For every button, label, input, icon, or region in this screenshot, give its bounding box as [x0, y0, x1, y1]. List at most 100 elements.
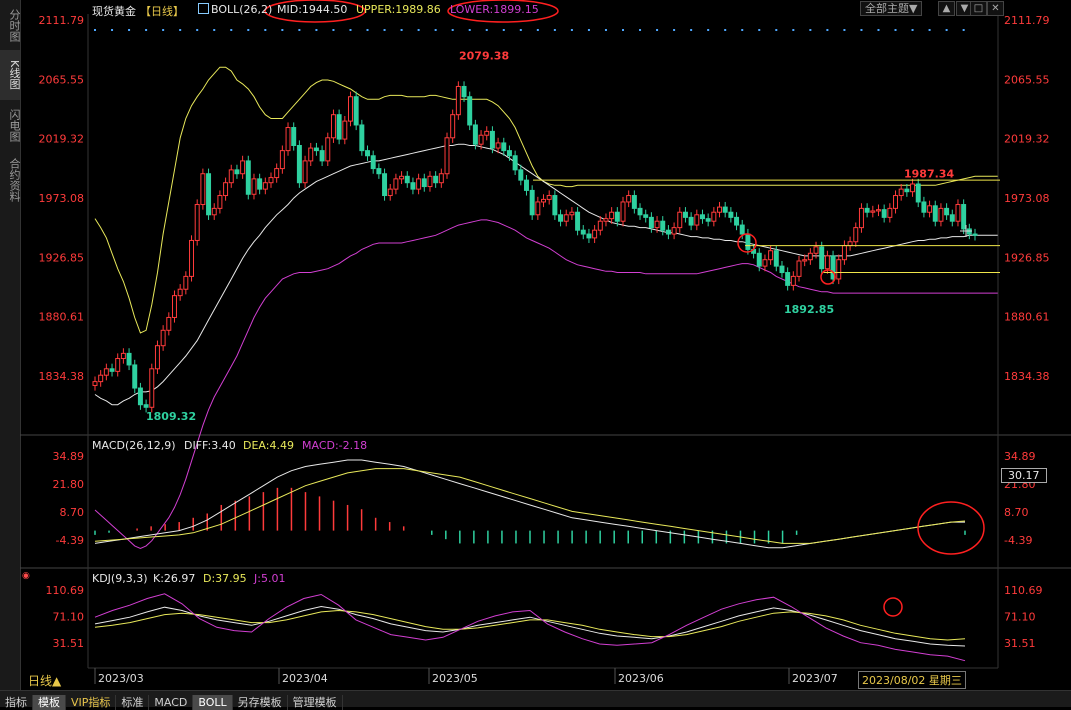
tab-indicator[interactable]: 指标 — [0, 695, 33, 710]
candle-body — [932, 205, 938, 222]
candle-body — [109, 368, 115, 372]
theme-dropdown[interactable]: 全部主题▼ — [860, 1, 923, 16]
tab-boll[interactable]: BOLL — [193, 695, 233, 710]
candle-body — [711, 211, 717, 222]
event-marker — [894, 29, 897, 31]
candle-body — [92, 381, 98, 386]
candle-body — [376, 168, 382, 175]
candle-body — [467, 96, 473, 126]
boll-settings-icon[interactable] — [198, 3, 209, 14]
event-marker — [196, 29, 199, 31]
price-tick-right: 1926.85 — [1004, 251, 1050, 264]
candle-body — [427, 175, 433, 188]
candle-body — [461, 85, 467, 98]
period-tag: 【日线】 — [140, 5, 184, 18]
candle-body — [745, 233, 751, 250]
candle-body — [620, 201, 626, 222]
close-button[interactable]: ✕ — [987, 1, 1004, 16]
event-marker — [553, 29, 556, 31]
period-button[interactable]: 日线▲ — [28, 672, 61, 689]
candle-body — [347, 96, 353, 122]
event-marker — [724, 29, 727, 31]
event-marker — [809, 29, 812, 31]
event-marker — [911, 29, 914, 31]
event-marker — [962, 29, 965, 31]
price-tick-right: 1834.38 — [1004, 370, 1050, 383]
event-marker — [519, 29, 522, 31]
candle-body — [291, 127, 297, 146]
kdj-settings-icon[interactable]: ◉ — [22, 571, 30, 581]
maximize-button[interactable]: □ — [970, 1, 987, 16]
candle-body — [614, 211, 620, 222]
candle-body — [325, 137, 331, 162]
date-tick-label: 2023/06 — [618, 672, 664, 685]
candlestick-series — [92, 81, 978, 413]
event-marker — [162, 29, 165, 31]
price-annotations: 2079.38 1987.34 1892.85 1809.32 — [94, 29, 1000, 423]
candle-body — [870, 210, 876, 213]
price-tick-left: 2111.79 — [39, 14, 85, 27]
price-tick-right: 1880.61 — [1004, 311, 1050, 324]
price-tick-left: 1834.38 — [39, 370, 85, 383]
event-marker — [349, 29, 352, 31]
candle-body — [677, 211, 683, 229]
candle-body — [126, 352, 132, 366]
candle-body — [785, 272, 791, 286]
tab-standard[interactable]: 标准 — [116, 695, 150, 710]
candle-body — [597, 220, 603, 231]
event-marker — [758, 29, 761, 31]
candle-body — [552, 195, 558, 216]
candle-body — [893, 195, 899, 209]
candle-body — [206, 173, 212, 216]
candle-body — [98, 374, 104, 383]
candle-body — [143, 404, 149, 408]
candle-body — [399, 175, 405, 180]
candle-body — [211, 207, 217, 216]
macd-tick-left: 34.89 — [53, 450, 85, 463]
event-marker — [247, 29, 250, 31]
candle-body — [858, 207, 864, 229]
candle-body — [688, 216, 694, 226]
candle-body — [841, 245, 847, 261]
price-chart-canvas[interactable]: 2079.38 1987.34 1892.85 1809.32 2111.79 2111… — [0, 0, 1071, 690]
candle-body — [410, 182, 416, 190]
tab-macd[interactable]: MACD — [149, 695, 194, 710]
tab-save-template[interactable]: 另存模板 — [233, 695, 288, 710]
candle-body — [189, 239, 195, 277]
candle-body — [132, 364, 138, 389]
macd-tick-right: 8.70 — [1004, 506, 1029, 519]
event-marker — [860, 29, 863, 31]
boll-lower-line — [94, 219, 998, 549]
candle-body — [660, 220, 666, 231]
candle-body — [120, 352, 126, 360]
candle-body — [365, 150, 371, 157]
event-marker — [485, 29, 488, 31]
candle-body — [682, 211, 688, 218]
boll-mid-value: MID:1944.50 — [277, 3, 348, 16]
candle-body — [813, 246, 819, 254]
event-marker — [570, 29, 573, 31]
kdj-j-line — [94, 593, 966, 662]
candle-body — [722, 206, 728, 213]
boll-mid-line — [94, 143, 998, 406]
candle-body — [864, 207, 870, 213]
candle-body — [643, 214, 649, 218]
candle-body — [762, 259, 768, 267]
candle-body — [535, 201, 541, 216]
candle-body — [302, 160, 308, 184]
candle-body — [961, 204, 967, 230]
tab-vip-indicator[interactable]: VIP指标 — [66, 695, 117, 710]
scroll-up-button[interactable]: ▲ — [938, 1, 955, 16]
candle-body — [955, 204, 961, 222]
kdj-panel: 110.69 110.69 71.10 71.10 31.51 31.51 — [46, 584, 1043, 662]
event-marker — [145, 29, 148, 31]
candle-body — [836, 259, 842, 280]
boll-upper-value: UPPER:1989.86 — [356, 3, 441, 16]
candle-body — [472, 124, 478, 145]
boll-label: BOLL(26,2) — [211, 3, 273, 16]
cursor-date-readout: 2023/08/02 星期三 — [858, 671, 966, 689]
candle-body — [790, 275, 796, 286]
event-marker — [826, 29, 829, 31]
tab-manage-template[interactable]: 管理模板 — [288, 695, 343, 710]
tab-template[interactable]: 模板 — [33, 695, 66, 710]
